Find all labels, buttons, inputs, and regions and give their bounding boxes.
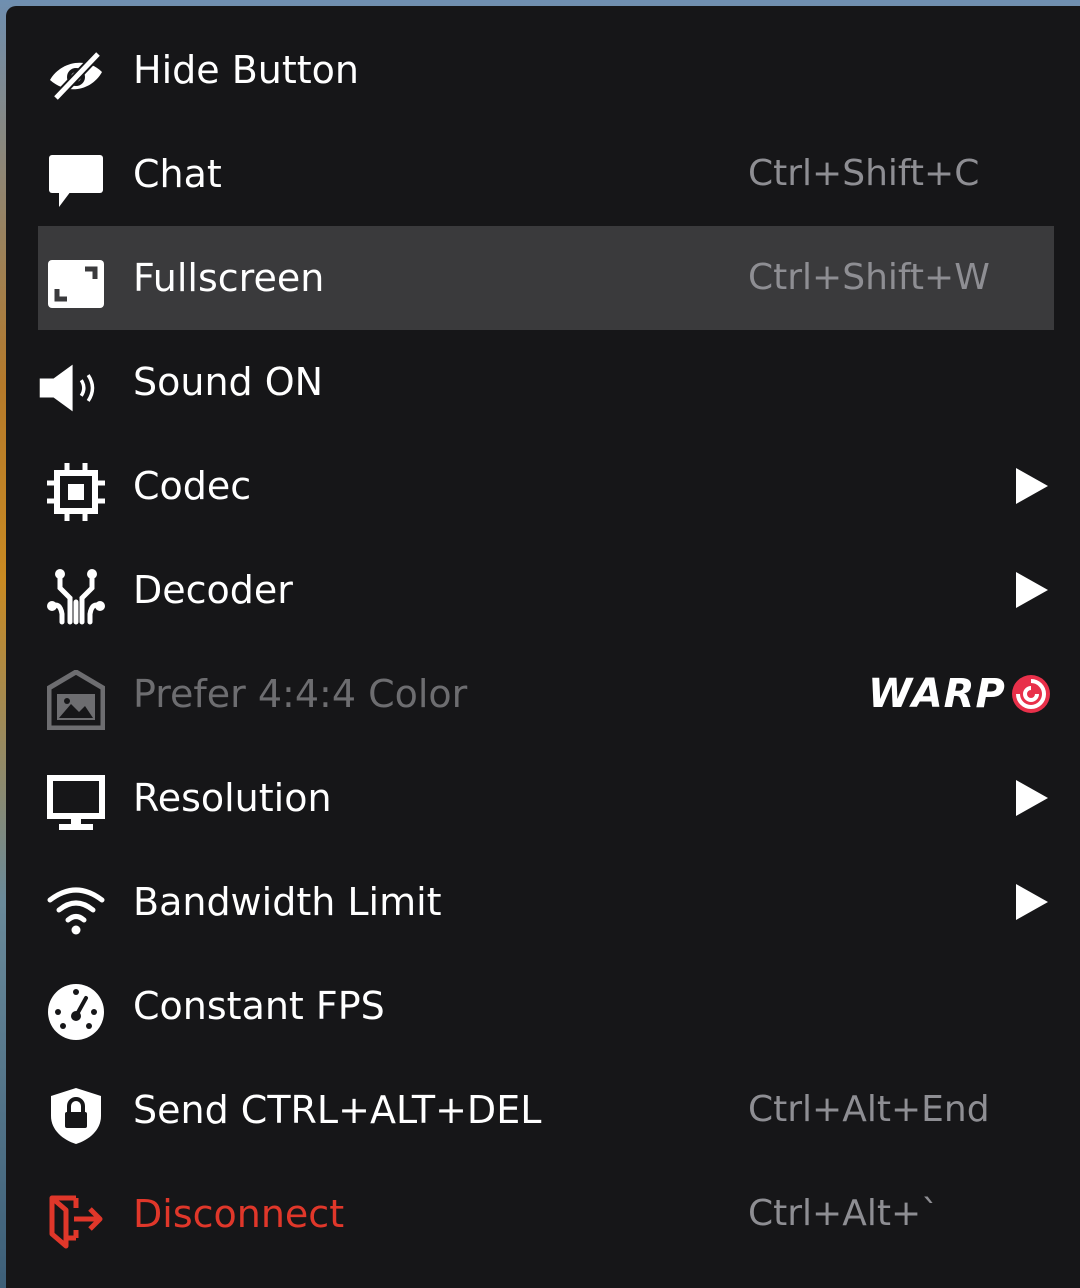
menu-item-resolution[interactable]: Resolution bbox=[38, 746, 1054, 850]
menu-item-sound[interactable]: Sound ON bbox=[38, 330, 1054, 434]
menu-item-label: Constant FPS bbox=[133, 984, 385, 1028]
eye-off-icon bbox=[44, 46, 108, 106]
menu-item-fullscreen[interactable]: Fullscreen Ctrl+Shift+W bbox=[38, 226, 1054, 330]
menu-item-label: Bandwidth Limit bbox=[133, 880, 442, 924]
speaker-icon bbox=[38, 358, 102, 418]
menu-item-prefer-444-color: Prefer 4:4:4 Color WARP bbox=[38, 642, 1054, 746]
image-color-icon bbox=[44, 670, 108, 730]
menu-item-chat[interactable]: Chat Ctrl+Shift+C bbox=[38, 122, 1054, 226]
exit-icon bbox=[44, 1190, 108, 1250]
speedometer-icon bbox=[44, 982, 108, 1042]
chat-bubble-icon bbox=[44, 150, 108, 210]
menu-item-codec[interactable]: Codec bbox=[38, 434, 1054, 538]
menu-item-disconnect[interactable]: Disconnect Ctrl+Alt+` bbox=[38, 1162, 1054, 1266]
chip-icon bbox=[44, 462, 108, 522]
submenu-arrow-icon bbox=[1016, 884, 1048, 920]
shield-lock-icon bbox=[44, 1086, 108, 1146]
submenu-arrow-icon bbox=[1016, 572, 1048, 608]
menu-item-label: Disconnect bbox=[133, 1192, 345, 1236]
menu-item-bandwidth-limit[interactable]: Bandwidth Limit bbox=[38, 850, 1054, 954]
shortcut-text: Ctrl+Alt+End bbox=[748, 1089, 990, 1130]
fullscreen-icon bbox=[44, 254, 108, 314]
menu-item-label: Hide Button bbox=[133, 48, 359, 92]
menu-item-label: Codec bbox=[133, 464, 252, 508]
menu-item-label: Fullscreen bbox=[133, 256, 325, 300]
menu-item-label: Decoder bbox=[133, 568, 293, 612]
decoder-icon bbox=[44, 566, 108, 626]
menu-item-decoder[interactable]: Decoder bbox=[38, 538, 1054, 642]
monitor-icon bbox=[44, 774, 108, 834]
menu-item-hide-button[interactable]: Hide Button bbox=[38, 18, 1054, 122]
menu-item-label: Resolution bbox=[133, 776, 332, 820]
context-menu: Hide Button Chat Ctrl+Shift+C Fullscreen… bbox=[6, 6, 1080, 1288]
menu-item-label: Prefer 4:4:4 Color bbox=[133, 672, 468, 716]
submenu-arrow-icon bbox=[1016, 468, 1048, 504]
menu-item-constant-fps[interactable]: Constant FPS bbox=[38, 954, 1054, 1058]
shortcut-text: Ctrl+Shift+C bbox=[748, 153, 980, 194]
menu-item-send-ctrl-alt-del[interactable]: Send CTRL+ALT+DEL Ctrl+Alt+End bbox=[38, 1058, 1054, 1162]
wifi-icon bbox=[44, 878, 108, 938]
warp-badge: WARP bbox=[868, 664, 1052, 724]
warp-swirl-icon bbox=[1011, 675, 1050, 713]
menu-item-label: Chat bbox=[133, 152, 222, 196]
submenu-arrow-icon bbox=[1016, 780, 1048, 816]
shortcut-text: Ctrl+Alt+` bbox=[748, 1193, 940, 1234]
warp-badge-text: WARP bbox=[868, 671, 1006, 717]
menu-item-label: Sound ON bbox=[133, 360, 324, 404]
menu-item-label: Send CTRL+ALT+DEL bbox=[133, 1088, 542, 1132]
shortcut-text: Ctrl+Shift+W bbox=[748, 257, 990, 298]
